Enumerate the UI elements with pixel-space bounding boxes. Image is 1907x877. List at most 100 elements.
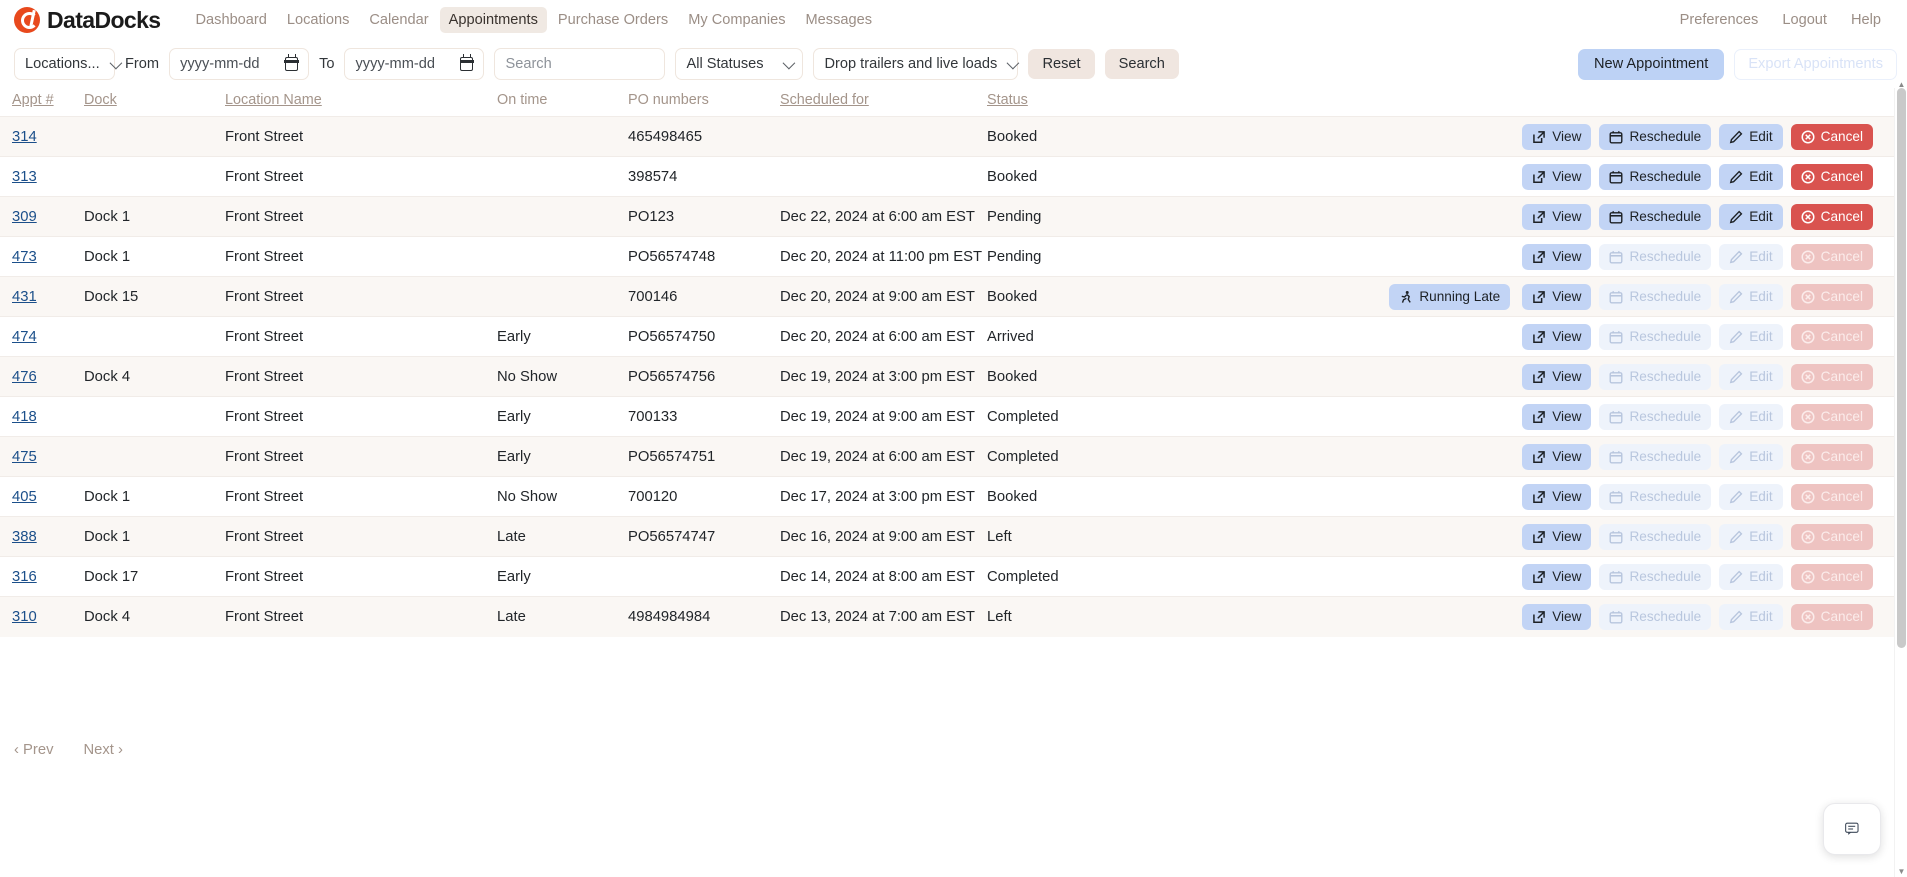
column-header-location-name[interactable]: Location Name [225, 88, 497, 117]
reschedule-button[interactable]: Reschedule [1599, 163, 1712, 190]
nav-item-purchase-orders[interactable]: Purchase Orders [549, 7, 677, 33]
view-button[interactable]: View [1522, 523, 1592, 550]
cell-location-name: Front Street [225, 316, 497, 357]
view-button[interactable]: View [1522, 123, 1592, 150]
search-input[interactable] [494, 48, 666, 80]
nav-item-my-companies[interactable]: My Companies [679, 7, 794, 33]
vertical-scrollbar[interactable]: ▲ ▼ [1894, 80, 1907, 877]
cell-actions: View Reschedule Edit Cancel [1237, 476, 1895, 517]
chat-widget-button[interactable] [1823, 803, 1881, 855]
external-link-icon [1533, 170, 1546, 183]
prev-page-link[interactable]: ‹ Prev [14, 742, 53, 758]
appointment-number-link[interactable]: 475 [12, 449, 37, 465]
appointment-number-link[interactable]: 405 [12, 489, 37, 505]
next-page-link[interactable]: Next › [83, 742, 122, 758]
cell-po-numbers: PO123 [628, 196, 780, 237]
appointment-number-link[interactable]: 316 [12, 569, 37, 585]
cell-appointment-number: 388 [0, 516, 84, 557]
appointment-number-link[interactable]: 473 [12, 249, 37, 265]
to-date-input[interactable]: yyyy-mm-dd [344, 48, 485, 80]
appointment-number-link[interactable]: 310 [12, 609, 37, 625]
reschedule-button[interactable]: Reschedule [1599, 203, 1712, 230]
cell-dock: Dock 1 [84, 476, 225, 517]
cancel-button[interactable]: Cancel [1790, 203, 1873, 230]
cancel-button[interactable]: Cancel [1790, 163, 1873, 190]
view-button[interactable]: View [1522, 243, 1592, 270]
view-button[interactable]: View [1522, 363, 1592, 390]
nav-help-link[interactable]: Help [1845, 7, 1887, 33]
calendar-icon [1609, 330, 1623, 343]
view-button[interactable]: View [1522, 563, 1592, 590]
external-link-icon [1533, 610, 1546, 623]
appointment-number-link[interactable]: 309 [12, 209, 37, 225]
nav-item-dashboard[interactable]: Dashboard [187, 7, 276, 33]
calendar-icon[interactable] [459, 54, 475, 71]
appointment-number-link[interactable]: 313 [12, 169, 37, 185]
table-row: 473 Dock 1 Front Street PO56574748 Dec 20, 2… [0, 236, 1895, 277]
cancel-button[interactable]: Cancel [1790, 123, 1873, 150]
view-button[interactable]: View [1522, 403, 1592, 430]
pencil-icon [1730, 370, 1743, 383]
search-button[interactable]: Search [1104, 49, 1179, 79]
view-label: View [1552, 449, 1582, 464]
column-header-label: PO numbers [628, 92, 709, 108]
view-button[interactable]: View [1522, 443, 1592, 470]
view-button[interactable]: View [1522, 603, 1592, 630]
nav-logout-link[interactable]: Logout [1776, 7, 1833, 33]
brand-logo[interactable]: DataDocks [14, 7, 161, 34]
pencil-icon [1730, 490, 1743, 503]
cell-actions: View Reschedule Edit Cancel [1237, 516, 1895, 557]
cell-on-time: Early [497, 316, 628, 357]
appointment-number-link[interactable]: 431 [12, 289, 37, 305]
appointment-number-link[interactable]: 314 [12, 129, 37, 145]
cell-status: Booked [987, 476, 1237, 517]
appointment-number-link[interactable]: 388 [12, 529, 37, 545]
view-button[interactable]: View [1522, 323, 1592, 350]
nav-item-appointments[interactable]: Appointments [439, 7, 547, 33]
locations-select[interactable]: Locations... [14, 48, 122, 80]
column-header-appt[interactable]: Appt # [0, 88, 84, 117]
reset-button[interactable]: Reset [1028, 49, 1095, 79]
edit-button[interactable]: Edit [1719, 203, 1783, 230]
cell-scheduled-for: Dec 19, 2024 at 3:00 pm EST [780, 356, 987, 397]
running-late-button[interactable]: Running Late [1389, 283, 1511, 310]
edit-button[interactable]: Edit [1719, 163, 1783, 190]
cell-appointment-number: 310 [0, 596, 84, 637]
nav-preferences-link[interactable]: Preferences [1674, 7, 1765, 33]
to-label: To [319, 56, 335, 72]
edit-label: Edit [1749, 449, 1773, 464]
view-button[interactable]: View [1522, 283, 1592, 310]
cell-scheduled-for: Dec 19, 2024 at 6:00 am EST [780, 436, 987, 477]
calendar-icon[interactable] [284, 54, 299, 71]
appointment-number-link[interactable]: 474 [12, 329, 37, 345]
view-label: View [1552, 249, 1582, 264]
appointment-number-link[interactable]: 476 [12, 369, 37, 385]
column-header-dock[interactable]: Dock [84, 88, 225, 117]
edit-label: Edit [1749, 489, 1773, 504]
reschedule-button: Reschedule [1599, 603, 1712, 630]
nav-item-locations[interactable]: Locations [278, 7, 358, 33]
scrollbar-thumb[interactable] [1897, 88, 1906, 648]
view-button[interactable]: View [1522, 163, 1592, 190]
cell-scheduled-for: Dec 20, 2024 at 9:00 am EST [780, 276, 987, 317]
new-appointment-button[interactable]: New Appointment [1577, 48, 1725, 80]
cell-dock: Dock 1 [84, 236, 225, 277]
cell-on-time: Early [497, 556, 628, 597]
cell-on-time [497, 276, 628, 317]
reschedule-button[interactable]: Reschedule [1599, 123, 1712, 150]
running-person-icon [1401, 290, 1412, 303]
nav-item-calendar[interactable]: Calendar [360, 7, 437, 33]
status-filter-select[interactable]: All Statuses [675, 48, 804, 80]
from-date-input[interactable]: yyyy-mm-dd [169, 48, 310, 80]
chevron-down-icon [109, 56, 122, 69]
load-type-select[interactable]: Drop trailers and live loads [813, 48, 1020, 80]
column-header-scheduled-for[interactable]: Scheduled for [780, 88, 987, 117]
column-header-status[interactable]: Status [987, 88, 1237, 117]
nav-item-messages[interactable]: Messages [797, 7, 882, 33]
scroll-down-arrow[interactable]: ▼ [1897, 867, 1906, 877]
view-button[interactable]: View [1522, 203, 1592, 230]
view-button[interactable]: View [1522, 483, 1592, 510]
appointment-number-link[interactable]: 418 [12, 409, 37, 425]
edit-button[interactable]: Edit [1719, 123, 1783, 150]
external-link-icon [1533, 370, 1546, 383]
